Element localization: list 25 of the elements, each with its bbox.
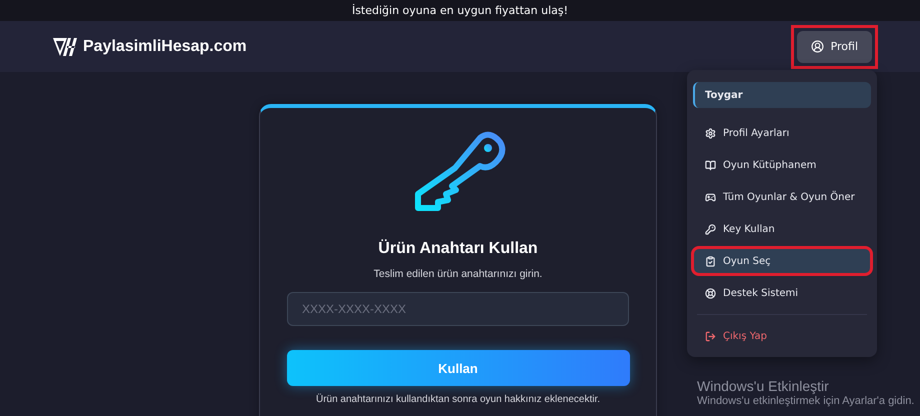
user-icon bbox=[810, 40, 824, 53]
announcement-text: İstediğin oyuna en uygun fiyattan ulaş! bbox=[352, 4, 568, 17]
site-logo[interactable]: PaylasimliHesap.com bbox=[83, 38, 247, 56]
clipboard-icon bbox=[705, 256, 716, 266]
gear-icon bbox=[705, 128, 716, 138]
gamepad-icon bbox=[705, 192, 716, 202]
menu-item[interactable]: Key Kullan bbox=[693, 216, 871, 242]
key-icon bbox=[705, 224, 716, 234]
lifebuoy-icon bbox=[705, 288, 716, 298]
logout-icon bbox=[705, 330, 716, 342]
card-subtitle: Teslim edilen ürün anahtarınızı girin. bbox=[374, 268, 542, 280]
card-note: Ürün anahtarınızı kullandıktan sonra oyun hakkınız eklenecektir. bbox=[316, 394, 600, 405]
menu-item[interactable]: Profil Ayarları bbox=[693, 120, 871, 146]
menu-item[interactable]: Çıkış Yap bbox=[693, 323, 871, 349]
card-title: Ürün Anahtarı Kullan bbox=[378, 240, 538, 258]
user-name-item[interactable]: Toygar bbox=[693, 82, 871, 108]
menu-item[interactable]: Oyun Kütüphanem bbox=[693, 152, 871, 178]
menu-item[interactable]: Oyun Seç bbox=[693, 248, 871, 274]
menu-item[interactable]: Tüm Oyunlar & Oyun Öner bbox=[693, 184, 871, 210]
activation-title: Windows'u Etkinleştir bbox=[697, 378, 830, 394]
book-icon bbox=[705, 160, 716, 170]
product-key-field[interactable]: XXXX-XXXX-XXXX bbox=[287, 292, 629, 326]
activation-text: Windows'u etkinleştirmek için Ayarlar'a gidin. bbox=[697, 395, 914, 407]
profile-button[interactable]: Profil bbox=[796, 30, 872, 62]
menu-item[interactable]: Destek Sistemi bbox=[693, 280, 871, 306]
